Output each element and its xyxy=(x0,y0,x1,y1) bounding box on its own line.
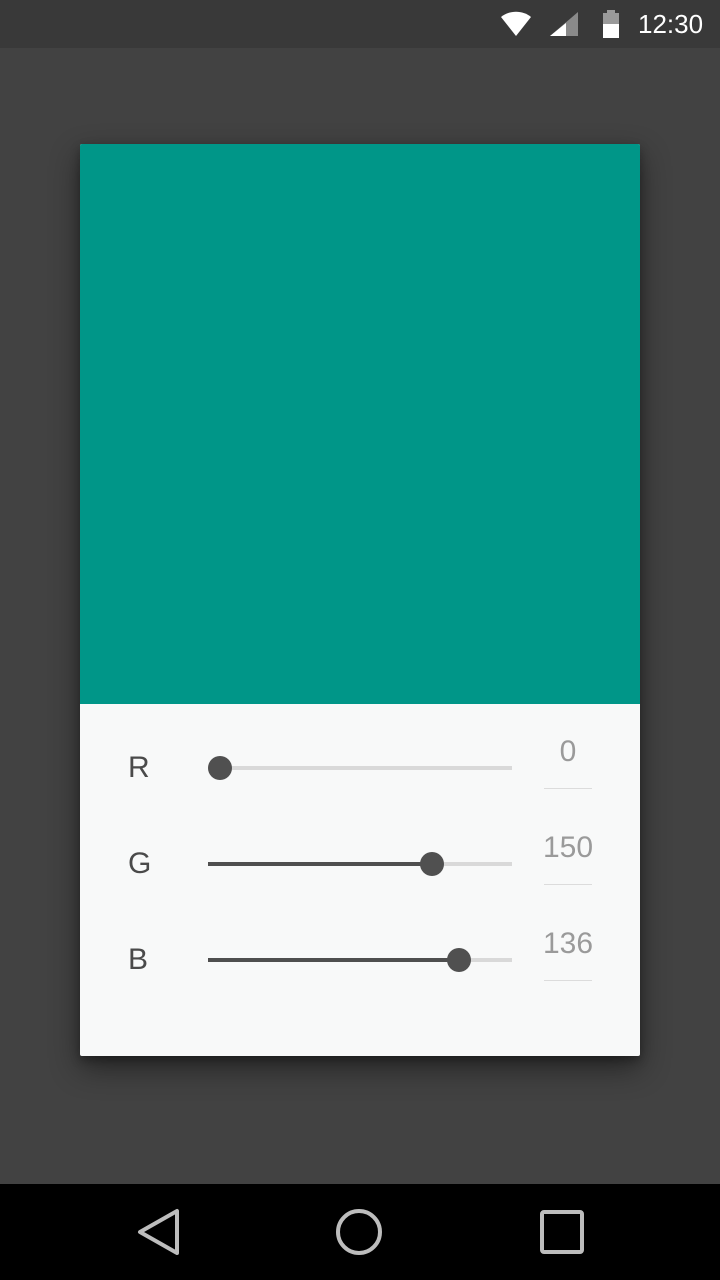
channel-row-r: R 0 xyxy=(80,728,640,808)
back-icon[interactable] xyxy=(135,1208,183,1256)
status-clock: 12:30 xyxy=(638,9,704,39)
value-text-b: 136 xyxy=(542,927,594,960)
value-field-g[interactable]: 150 xyxy=(543,824,593,885)
channel-label-b: B xyxy=(128,943,149,976)
battery-icon xyxy=(603,10,619,38)
slider-g[interactable] xyxy=(208,852,512,876)
value-text-g: 150 xyxy=(542,831,594,864)
value-text-r: 0 xyxy=(559,735,577,768)
channel-row-g: G 150 xyxy=(80,824,640,904)
color-picker-dialog: R 0 G 150 B 136 xyxy=(80,144,640,1056)
slider-fill xyxy=(208,862,433,866)
value-field-r[interactable]: 0 xyxy=(544,728,592,789)
recents-icon[interactable] xyxy=(538,1208,586,1256)
channel-label-r: R xyxy=(128,751,150,784)
status-bar: 12:30 xyxy=(0,0,720,48)
value-field-b[interactable]: 136 xyxy=(543,920,593,981)
home-icon[interactable] xyxy=(335,1208,383,1256)
slider-fill xyxy=(208,958,459,962)
channel-label-g: G xyxy=(128,847,152,880)
slider-thumb[interactable] xyxy=(446,948,471,972)
slider-b[interactable] xyxy=(208,948,512,972)
slider-r[interactable] xyxy=(208,756,512,780)
navigation-bar xyxy=(0,1184,720,1280)
cell-signal-icon xyxy=(550,12,578,36)
color-preview xyxy=(80,144,640,704)
slider-thumb[interactable] xyxy=(208,756,232,780)
slider-thumb[interactable] xyxy=(420,852,445,876)
slider-track xyxy=(208,766,512,770)
channel-row-b: B 136 xyxy=(80,920,640,1000)
wifi-icon xyxy=(501,11,531,36)
